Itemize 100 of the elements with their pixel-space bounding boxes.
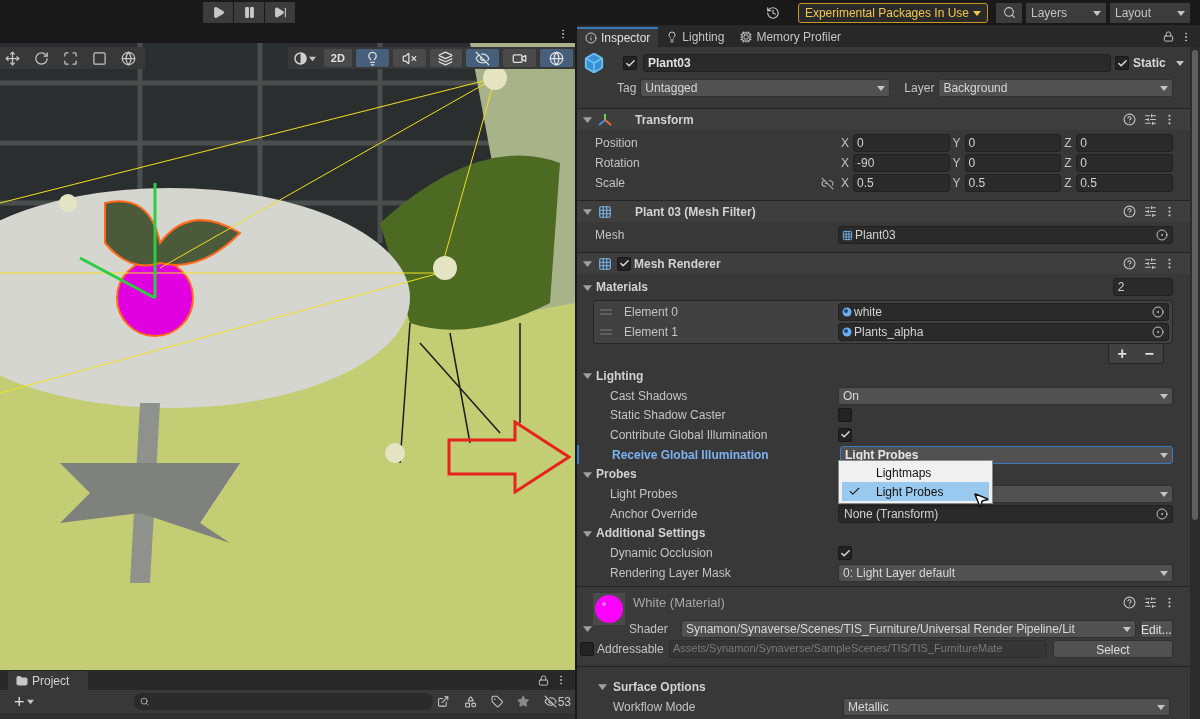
dropdown[interactable]: Metallic [843, 697, 1170, 716]
add-button[interactable]: + [14, 692, 34, 711]
add-element-button[interactable]: + [1117, 345, 1127, 362]
number-field[interactable]: 0 [964, 134, 1062, 152]
dropdown[interactable]: Untagged [640, 78, 891, 97]
drag-handle-icon[interactable] [600, 329, 612, 335]
foldout-caret-icon[interactable] [583, 259, 592, 268]
scrollbar[interactable] [1189, 47, 1200, 719]
shapes-icon[interactable] [463, 694, 477, 709]
foldout-caret-icon[interactable] [583, 282, 592, 292]
hidden-count-button[interactable]: 53 [543, 692, 571, 711]
packages-button[interactable]: Experimental Packages In Use [797, 2, 988, 23]
audio-toggle[interactable] [392, 49, 426, 67]
lighting-toggle[interactable] [355, 49, 389, 67]
object-field[interactable]: Plant03 [838, 226, 1173, 244]
tag-icon[interactable] [490, 695, 504, 708]
object-picker-icon[interactable] [1151, 326, 1164, 338]
unlinked-icon[interactable] [821, 176, 834, 190]
foldout-caret-icon[interactable] [583, 115, 592, 124]
help-icon[interactable] [1122, 257, 1136, 270]
dropdown[interactable]: Synamon/Synaverse/Scenes/TIS_Furniture/Universal Render Pipeline/Lit [681, 619, 1136, 638]
number-field[interactable]: 0 [964, 154, 1062, 172]
name-field[interactable]: Plant03 [643, 54, 1111, 72]
checkbox[interactable] [838, 427, 852, 442]
number-field[interactable]: 0.5 [1076, 174, 1173, 192]
panel-tab[interactable]: Memory Profiler [732, 27, 850, 47]
active-checkbox[interactable] [623, 56, 637, 70]
remove-element-button[interactable]: − [1144, 345, 1154, 362]
enabled-checkbox[interactable] [617, 256, 631, 271]
layers-dropdown[interactable]: Layers [1026, 2, 1106, 23]
object-picker-icon[interactable] [1151, 306, 1164, 318]
number-field[interactable]: 0.5 [853, 174, 950, 192]
dropdown-arrow-icon [1159, 568, 1168, 577]
foldout-caret-icon[interactable] [583, 528, 592, 538]
foldout-caret-icon[interactable] [583, 371, 592, 381]
project-tab[interactable]: Project [8, 671, 88, 690]
edit-button[interactable]: Edit... [1140, 619, 1173, 638]
effects-toggle[interactable] [429, 49, 463, 67]
select-button[interactable]: Select [1053, 639, 1173, 658]
static-checkbox[interactable] [1115, 56, 1129, 70]
dropdown-arrow-icon [973, 8, 981, 17]
path-field: Assets/Synamon/Synaverse/SampleScenes/TIS/TIS_FurnitureMate [669, 639, 1047, 658]
component-header[interactable]: Plant 03 (Mesh Filter) [577, 200, 1190, 222]
number-field[interactable]: -90 [853, 154, 950, 172]
lock-icon[interactable] [538, 675, 549, 686]
checkbox[interactable] [838, 546, 852, 561]
help-icon[interactable] [1122, 205, 1136, 218]
property-label: Cast Shadows [610, 387, 689, 405]
presets-icon[interactable] [1143, 113, 1157, 126]
property-label: Rotation [595, 155, 641, 172]
step-icon [273, 6, 287, 19]
layout-dropdown[interactable]: Layout [1110, 2, 1190, 23]
count-field[interactable]: 2 [1112, 278, 1173, 296]
component-header[interactable]: Mesh Renderer [577, 252, 1190, 274]
dropdown[interactable]: On [838, 386, 1173, 405]
search-field[interactable] [133, 693, 434, 710]
foldout-caret-icon[interactable] [598, 682, 607, 692]
foldout-caret-icon[interactable] [583, 207, 592, 216]
presets-icon[interactable] [1143, 205, 1157, 218]
object-field[interactable]: None (Transform) [838, 504, 1173, 523]
object-field[interactable]: white [838, 303, 1169, 321]
popup-option[interactable]: Light Probes [842, 482, 989, 501]
panel-tab[interactable]: Lighting [658, 27, 733, 47]
star-icon[interactable] [517, 695, 530, 708]
2d-toggle[interactable]: 2D [323, 49, 352, 67]
camera-toggle[interactable] [503, 49, 537, 67]
object-picker-icon[interactable] [1155, 507, 1168, 520]
gizmos-toggle[interactable] [540, 49, 573, 67]
hidden-toggle[interactable] [466, 49, 500, 67]
number-field[interactable]: 0 [1076, 154, 1173, 172]
pause-button[interactable] [234, 2, 264, 23]
presets-icon[interactable] [1143, 596, 1157, 610]
addressable-checkbox[interactable] [580, 641, 594, 656]
history-icon[interactable] [765, 5, 780, 20]
step-button[interactable] [265, 2, 295, 23]
open-window-icon[interactable] [437, 695, 450, 708]
help-icon[interactable] [1122, 113, 1136, 126]
checkbox[interactable] [838, 408, 852, 423]
number-field[interactable]: 0.5 [964, 174, 1062, 192]
play-button[interactable] [203, 2, 233, 23]
property-label: Mesh [595, 227, 626, 244]
rect-icon [91, 50, 107, 66]
dropdown[interactable]: 0: Light Layer default [838, 563, 1173, 582]
number-field[interactable]: 0 [1076, 134, 1173, 152]
presets-icon[interactable] [1143, 257, 1157, 270]
help-icon[interactable] [1122, 596, 1136, 610]
foldout-caret-icon[interactable] [583, 469, 592, 479]
object-field[interactable]: Plants_alpha [838, 323, 1169, 341]
number-field[interactable]: 0 [853, 134, 950, 152]
search-button[interactable] [996, 2, 1022, 23]
object-picker-icon[interactable] [1155, 229, 1168, 241]
drag-handle-icon[interactable] [600, 309, 612, 315]
panel-tab[interactable]: Inspector [577, 27, 659, 47]
dropdown[interactable]: Background [938, 78, 1173, 97]
folder-icon [16, 674, 28, 687]
dropdown-arrow-icon [1159, 450, 1168, 459]
component-header[interactable]: Transform [577, 108, 1190, 130]
foldout-caret-icon[interactable] [583, 624, 592, 634]
popup-option[interactable]: Lightmaps [842, 463, 989, 482]
lock-icon[interactable] [1163, 31, 1174, 42]
